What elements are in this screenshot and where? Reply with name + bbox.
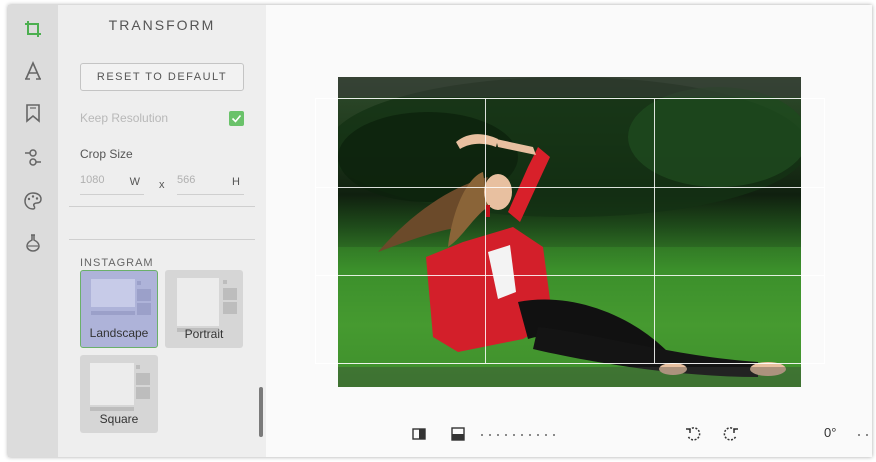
reset-to-default-button[interactable]: RESET TO DEFAULT <box>80 63 244 91</box>
width-field[interactable]: 1080 W <box>80 173 144 195</box>
keep-resolution-checkbox[interactable] <box>229 111 244 126</box>
flip-vertical-icon <box>451 427 465 441</box>
keep-resolution-label: Keep Resolution <box>80 111 169 125</box>
preset-square[interactable]: Square <box>80 355 158 433</box>
adjust-icon <box>25 149 41 166</box>
flip-horizontal-button[interactable] <box>410 425 428 443</box>
rotation-angle: 0° <box>824 425 837 440</box>
panel-title: TRANSFORM <box>108 17 216 33</box>
crop-shade <box>338 77 801 97</box>
tool-rail <box>8 5 58 457</box>
preset-label: Square <box>99 412 139 426</box>
width-unit: W <box>129 176 140 188</box>
app-window: TRANSFORM RESET TO DEFAULT Keep Resoluti… <box>8 5 872 457</box>
crop-icon <box>25 21 41 37</box>
text-icon <box>25 61 41 80</box>
rotate-left-button[interactable] <box>684 425 702 443</box>
dimension-separator: x <box>159 179 165 191</box>
crop-grid-line <box>654 99 656 363</box>
palette-icon <box>24 192 42 210</box>
preset-label: Portrait <box>184 327 224 341</box>
flask-icon <box>26 234 40 252</box>
flip-vertical-button[interactable] <box>449 425 467 443</box>
image-canvas: 0° <box>266 5 872 457</box>
preset-thumbnail <box>91 311 135 315</box>
rotation-slider-right[interactable] <box>858 433 872 437</box>
rotate-left-icon <box>686 427 701 441</box>
preset-thumbnail <box>137 281 141 285</box>
crop-size-label: Crop Size <box>80 147 133 161</box>
preset-label: Landscape <box>89 326 149 340</box>
check-icon <box>231 114 242 123</box>
preset-thumbnail <box>223 288 237 300</box>
crop-grid-line <box>485 99 487 363</box>
preset-thumbnail <box>91 279 135 307</box>
preset-thumbnail <box>90 363 134 405</box>
preset-portrait[interactable]: Portrait <box>165 270 243 348</box>
preset-landscape[interactable]: Landscape <box>80 270 158 348</box>
crop-grid-line <box>316 274 824 276</box>
rotation-slider-left[interactable] <box>481 433 555 437</box>
panel-scrollbar[interactable] <box>259 387 263 437</box>
crop-tool-button[interactable] <box>19 15 47 43</box>
flip-horizontal-icon <box>412 428 426 440</box>
height-unit: H <box>232 176 240 188</box>
crop-grid-line <box>316 186 824 188</box>
effects-tool-button[interactable] <box>19 229 47 257</box>
preset-thumbnail <box>137 289 151 301</box>
bookmark-icon <box>26 104 40 123</box>
preset-thumbnail <box>177 278 219 326</box>
rotate-right-icon <box>723 427 738 441</box>
crop-shade <box>338 367 801 387</box>
preset-thumbnail <box>223 280 227 284</box>
text-tool-button[interactable] <box>19 57 47 85</box>
preset-thumbnail <box>136 365 140 369</box>
crop-frame[interactable] <box>315 98 825 364</box>
height-value: 566 <box>177 174 196 186</box>
preset-thumbnail <box>136 373 150 385</box>
preset-thumbnail <box>90 407 134 411</box>
divider <box>69 206 255 207</box>
filter-tool-button[interactable] <box>19 187 47 215</box>
instagram-section-label: INSTAGRAM <box>80 257 154 269</box>
sticker-tool-button[interactable] <box>19 99 47 127</box>
transform-panel: TRANSFORM RESET TO DEFAULT Keep Resoluti… <box>58 5 266 457</box>
width-value: 1080 <box>80 174 105 186</box>
divider <box>69 239 255 240</box>
preset-thumbnail <box>137 303 151 315</box>
preset-thumbnail <box>223 302 237 314</box>
preset-thumbnail <box>136 387 150 399</box>
adjust-tool-button[interactable] <box>19 143 47 171</box>
rotate-right-button[interactable] <box>722 425 740 443</box>
height-field[interactable]: 566 H <box>177 173 244 195</box>
